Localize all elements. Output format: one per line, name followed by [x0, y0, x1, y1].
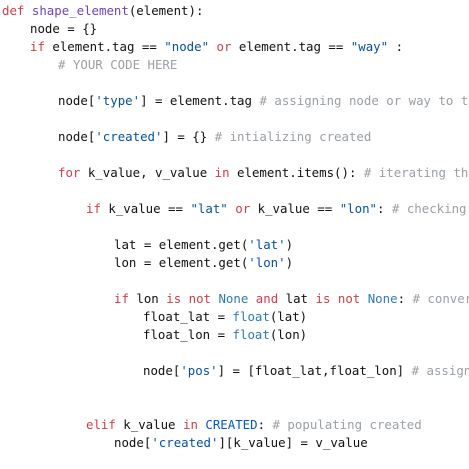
code-line[interactable]: if element.tag == "node" or element.tag … — [30, 38, 403, 56]
code-token: is not — [315, 291, 361, 306]
code-line[interactable]: lat = element.get('lat') — [114, 236, 293, 254]
code-token: k_value == — [250, 201, 340, 216]
code-token: 'lat' — [248, 237, 286, 252]
code-token: float_lat = — [143, 309, 233, 324]
code-token: if — [86, 201, 101, 216]
code-token: "node" — [164, 39, 210, 54]
code-token: and — [255, 291, 279, 306]
code-line[interactable]: node['type'] = element.tag # assigning n… — [58, 92, 469, 110]
code-token: (lon) — [269, 327, 308, 342]
code-token: or — [235, 201, 251, 216]
code-token: # assigning node or way to type — [259, 93, 469, 108]
code-token: float — [232, 309, 270, 324]
code-token: lat = element.get( — [114, 237, 249, 252]
code-token: lat — [278, 291, 316, 306]
code-token: def — [2, 3, 25, 18]
code-token: ] = [float_lat,float_lon] — [217, 363, 412, 378]
code-line[interactable]: if lon is not None and lat is not None: … — [114, 290, 469, 308]
code-token: element.tag == — [231, 39, 351, 54]
code-token: float_lon = — [143, 327, 233, 342]
code-line[interactable]: node = {} — [30, 20, 97, 38]
code-token: for — [58, 165, 81, 180]
code-line[interactable]: node['pos'] = [float_lat,float_lon] # as… — [143, 362, 469, 380]
code-token: ] = element.tag — [140, 93, 260, 108]
code-token: # populating created — [272, 417, 422, 432]
code-token: : — [397, 291, 413, 306]
code-token: ][k_value] = v_value — [218, 435, 368, 450]
code-token: 'created' — [95, 129, 163, 144]
code-line[interactable]: node['created'] = {} # intializing creat… — [58, 128, 371, 146]
code-token: elif — [86, 417, 116, 432]
code-token: node[ — [58, 93, 96, 108]
code-token: ) — [285, 237, 294, 252]
code-token: ] = {} — [162, 129, 215, 144]
code-token: element.tag == — [44, 39, 165, 54]
code-token: # assigning — [411, 363, 469, 378]
code-token: 'lon' — [248, 255, 286, 270]
code-token: if — [114, 291, 129, 306]
code-token: (element): — [128, 3, 204, 18]
code-token: # intializing created — [214, 129, 372, 144]
code-token: is not — [166, 291, 211, 306]
code-token: or — [216, 39, 232, 54]
code-line[interactable]: float_lat = float(lat) — [143, 308, 307, 326]
code-line[interactable]: elif k_value in CREATED: # populating cr… — [86, 416, 422, 434]
code-token: # converting — [412, 291, 469, 306]
code-token: lon — [128, 291, 167, 306]
code-editor[interactable]: def shape_element(element): node = {} if e… — [0, 0, 469, 469]
code-token: : — [257, 417, 273, 432]
code-line[interactable]: # YOUR CODE HERE — [58, 56, 177, 74]
code-token: "lat" — [190, 201, 228, 216]
code-line[interactable]: float_lon = float(lon) — [143, 326, 307, 344]
code-line[interactable]: for k_value, v_value in element.items():… — [58, 164, 469, 182]
code-token: (lat) — [269, 309, 308, 324]
code-token: float — [232, 327, 270, 342]
code-token: node[ — [143, 363, 181, 378]
code-token: : — [388, 39, 404, 54]
code-token: node[ — [114, 435, 152, 450]
code-token: 'created' — [151, 435, 219, 450]
code-token: # checking for — [391, 201, 467, 216]
code-token: in — [214, 165, 230, 180]
code-token: : — [377, 201, 392, 216]
code-token: in — [182, 417, 198, 432]
code-token: None — [367, 291, 398, 306]
code-token: node = {} — [30, 21, 98, 36]
code-token: "way" — [350, 39, 389, 54]
code-token: if — [30, 39, 45, 54]
code-token: element.items(): — [229, 165, 364, 180]
code-token: k_value, v_value — [80, 165, 215, 180]
code-token: lon = element.get( — [114, 255, 249, 270]
code-line[interactable]: def shape_element(element): — [2, 2, 203, 20]
code-token: "lon" — [339, 201, 377, 216]
code-token: k_value — [115, 417, 183, 432]
code-token: 'pos' — [180, 363, 218, 378]
code-token: None — [218, 291, 249, 306]
code-token: ) — [285, 255, 294, 270]
code-token: shape_element — [31, 3, 129, 18]
code-line[interactable]: if k_value == "lat" or k_value == "lon":… — [86, 200, 469, 218]
code-line[interactable]: lon = element.get('lon') — [114, 254, 293, 272]
code-token: k_value == — [100, 201, 191, 216]
code-token: 'type' — [95, 93, 141, 108]
code-token: # YOUR CODE HERE — [58, 57, 178, 72]
code-token: node[ — [58, 129, 96, 144]
code-token: # iterating through — [363, 165, 469, 180]
code-token: CREATED — [205, 417, 258, 432]
code-line[interactable]: node['created'][k_value] = v_value — [114, 434, 368, 452]
